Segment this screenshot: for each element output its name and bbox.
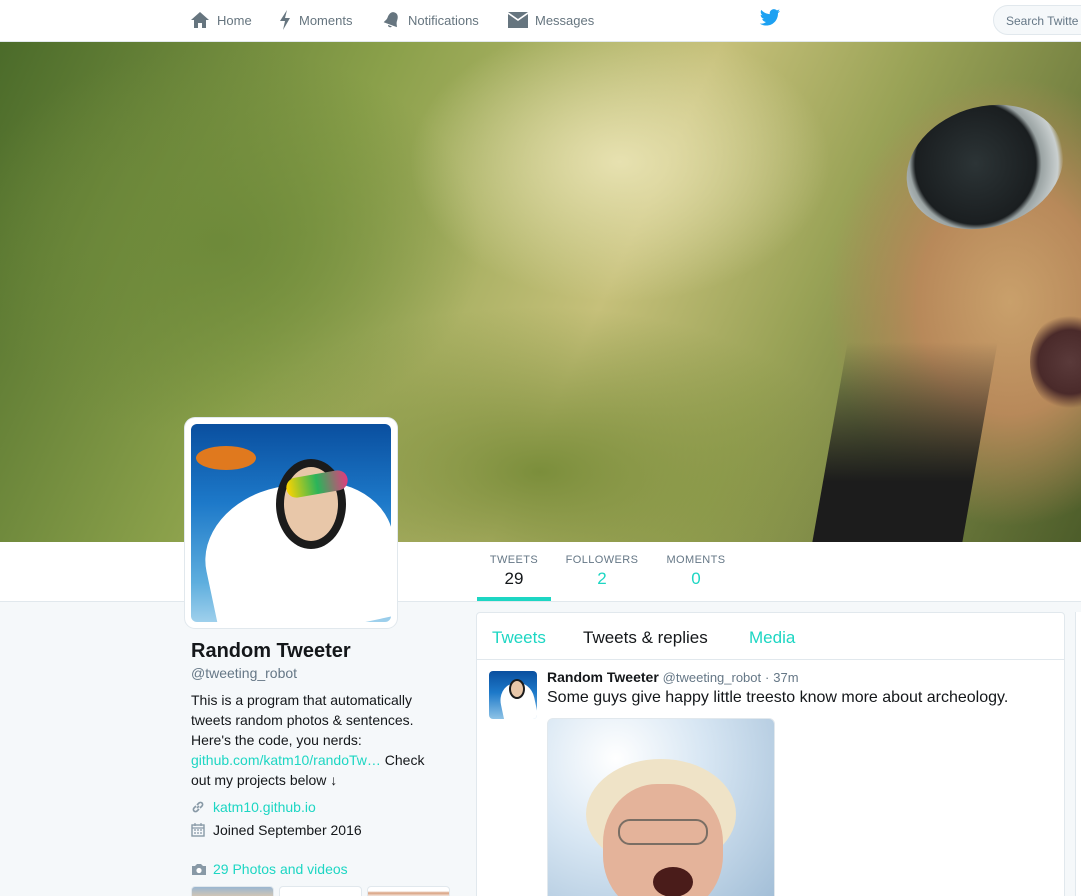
timeline: Tweets Tweets & replies Media Random Twe…	[476, 612, 1065, 896]
tab-tweets-replies[interactable]: Tweets & replies	[583, 628, 708, 648]
stat-followers-value: 2	[597, 569, 607, 588]
stat-moments-value: 0	[691, 569, 701, 588]
fish-shape	[196, 446, 256, 470]
nav-notifications-label: Notifications	[408, 12, 479, 28]
stat-tweets-label: TWEETS	[489, 554, 539, 566]
lightning-icon	[280, 10, 290, 30]
stat-tweets-value: 29	[504, 569, 524, 588]
nav-moments[interactable]: Moments	[278, 0, 352, 40]
link-icon	[192, 801, 204, 813]
top-navigation: Home Moments Notifications Messages Sear…	[0, 0, 1081, 42]
tab-tweets[interactable]: Tweets	[492, 628, 546, 648]
dog-goggles-shape	[890, 85, 1080, 249]
stat-moments-label: MOMENTS	[666, 554, 726, 566]
nav-messages[interactable]: Messages	[508, 0, 594, 40]
photo-thumbnail[interactable]	[191, 886, 274, 896]
profile-handle[interactable]: @tweeting_robot	[191, 665, 297, 681]
cover-photo	[0, 42, 1081, 542]
right-column-edge	[1075, 612, 1081, 896]
tweet-timestamp[interactable]: 37m	[773, 670, 798, 685]
calendar-icon	[191, 823, 205, 837]
profile-joined-text: Joined September 2016	[213, 822, 362, 838]
nav-notifications[interactable]: Notifications	[383, 0, 479, 40]
stat-tweets[interactable]: TWEETS 29	[477, 554, 551, 589]
nav-moments-label: Moments	[299, 12, 353, 28]
tweet-author-name[interactable]: Random Tweeter	[547, 669, 659, 685]
profile-bio: This is a program that automatically twe…	[191, 690, 441, 790]
search-input[interactable]: Search Twitte	[993, 5, 1081, 35]
active-stat-underline	[477, 597, 551, 601]
nav-messages-label: Messages	[535, 12, 595, 28]
stat-moments[interactable]: MOMENTS 0	[664, 554, 728, 589]
photo-thumbnail[interactable]	[279, 886, 362, 896]
tweet-media-image[interactable]	[547, 718, 775, 896]
nav-home-label: Home	[217, 12, 252, 28]
profile-nav-bar: TWEETS 29 FOLLOWERS 2 MOMENTS 0	[0, 542, 1081, 602]
glasses-shape	[618, 819, 708, 845]
tweet-separator: ·	[765, 670, 770, 685]
bio-link[interactable]: github.com/katm10/randoTw…	[191, 752, 381, 768]
twitter-logo[interactable]	[759, 8, 781, 33]
mouth-shape	[653, 867, 693, 896]
tweet-text: Some guys give happy little treesto know…	[547, 689, 1009, 706]
avatar-image	[191, 424, 391, 622]
home-icon	[191, 12, 209, 28]
camera-icon	[192, 863, 206, 875]
nav-home[interactable]: Home	[190, 0, 252, 40]
profile-url[interactable]: katm10.github.io	[191, 799, 316, 815]
tweet-avatar[interactable]	[489, 671, 537, 719]
photo-thumbnail[interactable]	[367, 886, 450, 896]
tweet-header: Random Tweeter @tweeting_robot · 37m	[547, 669, 799, 685]
profile-name[interactable]: Random Tweeter	[191, 640, 351, 663]
photos-videos-text: 29 Photos and videos	[213, 861, 348, 877]
profile-avatar[interactable]	[185, 418, 397, 628]
stat-followers[interactable]: FOLLOWERS 2	[563, 554, 641, 589]
twitter-bird-icon	[759, 9, 781, 26]
tweet-author-handle[interactable]: @tweeting_robot	[663, 670, 761, 685]
bell-icon	[383, 12, 398, 28]
car-window-shape	[812, 342, 998, 542]
mini-face-shape	[509, 679, 525, 699]
stat-followers-label: FOLLOWERS	[565, 554, 639, 566]
envelope-icon	[508, 12, 528, 28]
tab-media[interactable]: Media	[749, 628, 795, 648]
profile-url-text: katm10.github.io	[213, 799, 316, 815]
timeline-tabs: Tweets Tweets & replies Media	[477, 613, 1064, 660]
photos-videos-link[interactable]: 29 Photos and videos	[191, 861, 348, 877]
profile-joined: Joined September 2016	[191, 822, 362, 838]
bio-text-1: This is a program that automatically twe…	[191, 692, 414, 748]
dog-nose-shape	[1030, 312, 1081, 412]
